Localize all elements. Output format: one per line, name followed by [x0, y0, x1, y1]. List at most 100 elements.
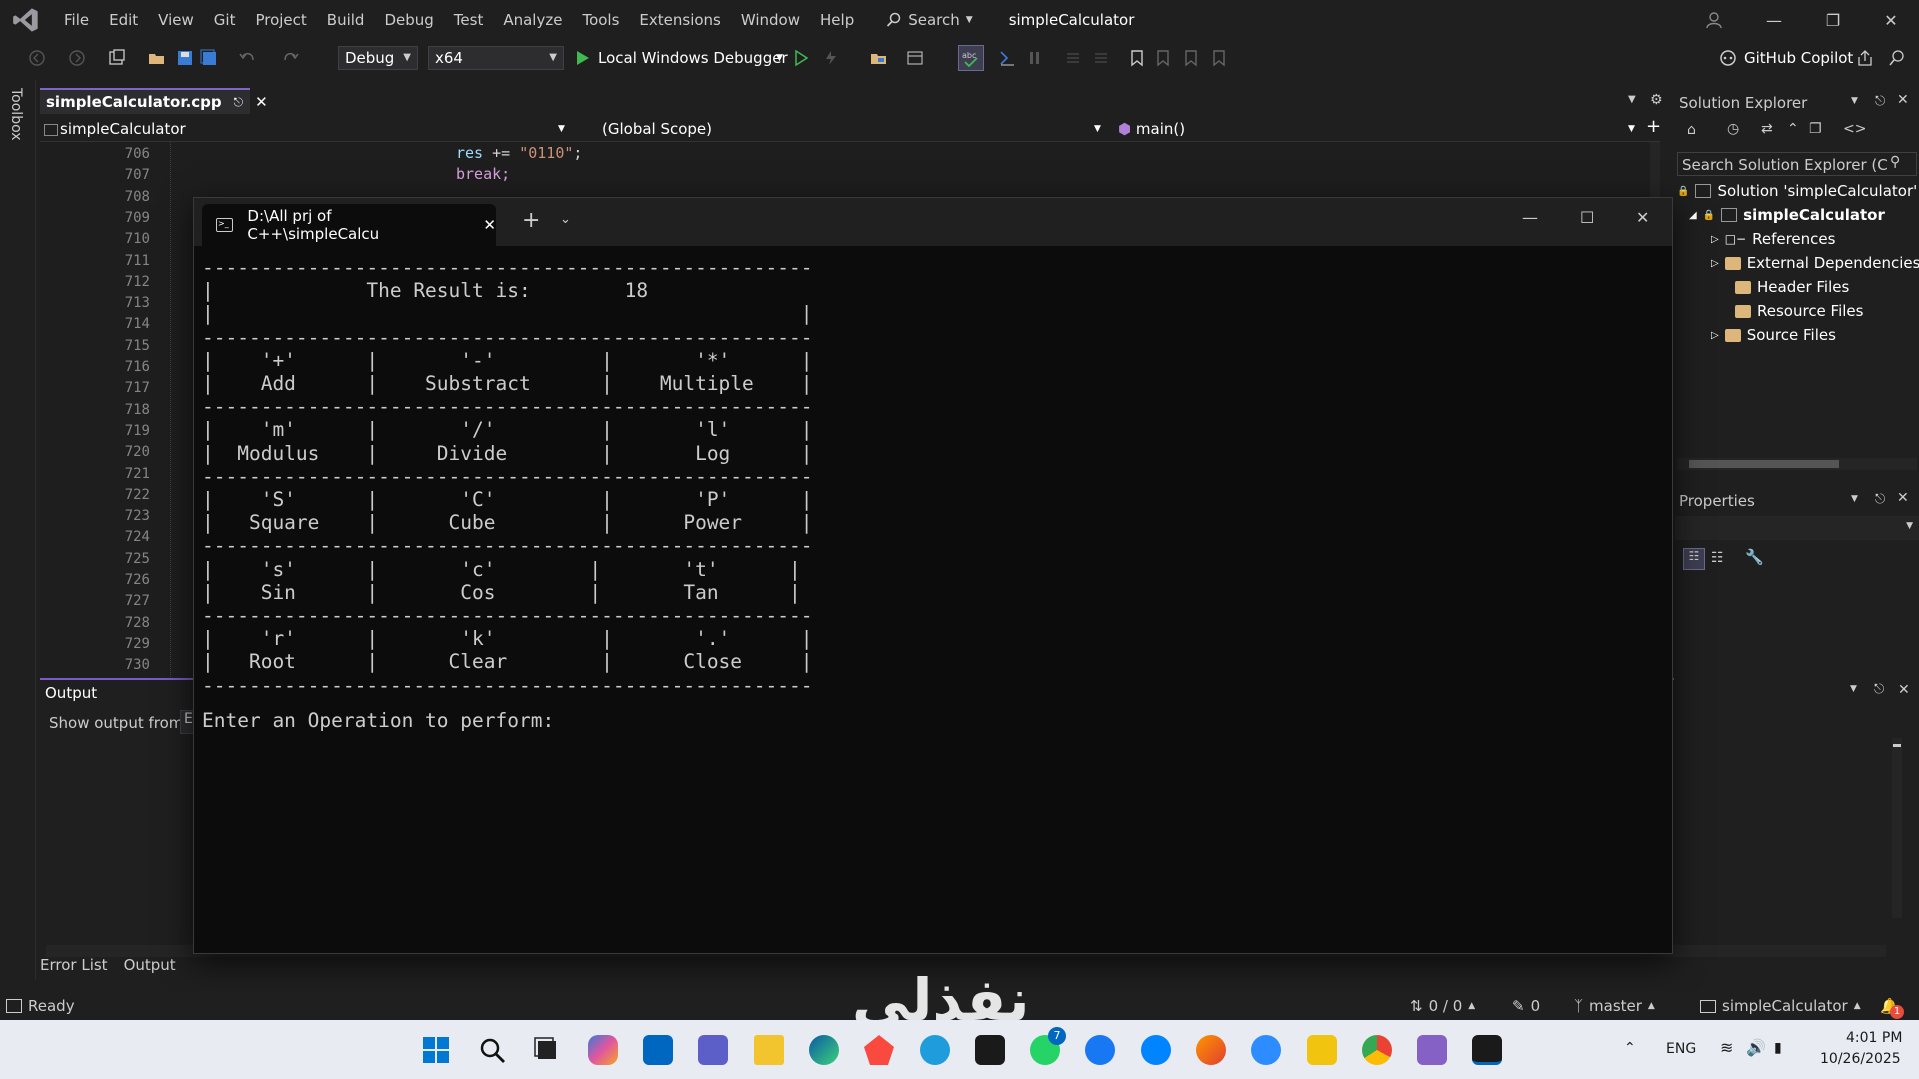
chevron-down-icon[interactable]: ▼: [1851, 96, 1858, 106]
menu-edit[interactable]: Edit: [99, 0, 148, 40]
firefox-icon[interactable]: [1196, 1035, 1226, 1065]
pin-icon[interactable]: ⎋: [1874, 682, 1884, 697]
start-without-debug-icon[interactable]: [792, 49, 810, 67]
file-explorer-icon[interactable]: [754, 1035, 784, 1065]
configuration-dropdown[interactable]: Debug ▼: [338, 46, 418, 70]
store-icon[interactable]: [643, 1035, 673, 1065]
chevron-down-icon[interactable]: ▼: [1628, 124, 1635, 134]
chevron-down-icon[interactable]: ▼: [776, 53, 783, 63]
collapse-icon[interactable]: ⌃: [1787, 121, 1799, 137]
search-solution-explorer-input[interactable]: Search Solution Explorer (C ⚲: [1677, 152, 1917, 176]
minimize-icon[interactable]: —: [1746, 0, 1802, 40]
maximize-icon[interactable]: ☐: [1580, 208, 1594, 227]
step-icon[interactable]: [998, 49, 1016, 67]
chevron-down-icon[interactable]: ▼: [1628, 94, 1636, 105]
nav-project-dropdown[interactable]: simpleCalculator: [44, 120, 186, 138]
spell-check-toggle[interactable]: abc: [958, 45, 984, 71]
menu-git[interactable]: Git: [204, 0, 246, 40]
pin-icon[interactable]: ⎋: [1875, 94, 1885, 109]
menu-project[interactable]: Project: [245, 0, 316, 40]
close-tab-icon[interactable]: ✕: [255, 93, 268, 111]
bookmark-icon[interactable]: [1128, 49, 1146, 67]
debugger-button[interactable]: Local Windows Debugger: [598, 49, 788, 67]
categorized-icon[interactable]: ☷: [1683, 548, 1705, 570]
terminal-tab[interactable]: >_ D:\All prj of C++\simpleCalcu ✕: [202, 204, 496, 246]
editor-tab-simplecalculator-cpp[interactable]: simpleCalculator.cpp ⎋ ✕: [40, 88, 268, 114]
tree-item-references[interactable]: ▷ □− References: [1711, 230, 1835, 248]
app-icon[interactable]: [1307, 1035, 1337, 1065]
status-pencil[interactable]: ✎ 0: [1512, 997, 1540, 1015]
close-pane-icon[interactable]: ✕: [1897, 92, 1909, 108]
output-scrollbar[interactable]: [1892, 738, 1902, 918]
chevron-down-icon[interactable]: ▼: [1094, 124, 1101, 134]
new-project-icon[interactable]: [108, 49, 126, 67]
chrome-icon[interactable]: [1362, 1035, 1392, 1065]
sync-icon[interactable]: ⇄: [1761, 121, 1773, 137]
visual-studio-icon[interactable]: [1417, 1035, 1447, 1065]
visual-studio-logo-icon[interactable]: [12, 6, 40, 34]
close-icon[interactable]: ✕: [1636, 208, 1649, 227]
menu-test[interactable]: Test: [444, 0, 494, 40]
menu-view[interactable]: View: [148, 0, 204, 40]
feedback-icon[interactable]: [1888, 49, 1906, 67]
close-pane-icon[interactable]: ✕: [1897, 490, 1909, 506]
save-icon[interactable]: [176, 49, 194, 67]
tree-item-external-dependencies[interactable]: ▷ External Dependencies: [1711, 254, 1919, 272]
notifications[interactable]: 🔔 1: [1880, 997, 1904, 1019]
hot-reload-icon[interactable]: [822, 49, 840, 67]
show-all-files-icon[interactable]: ❐: [1809, 121, 1822, 137]
facebook-icon[interactable]: [1085, 1035, 1115, 1065]
code-view-icon[interactable]: <>: [1843, 121, 1866, 137]
tree-project-node[interactable]: ◢ 🔒 simpleCalculator: [1689, 206, 1885, 224]
prev-bookmark-icon[interactable]: [1154, 49, 1172, 67]
back-arrow-icon[interactable]: [28, 49, 46, 67]
properties-object-dropdown[interactable]: ▼: [1675, 516, 1919, 540]
status-project[interactable]: simpleCalculator ▲: [1700, 997, 1861, 1015]
task-view-icon[interactable]: [532, 1035, 562, 1065]
restore-icon[interactable]: ❐: [1805, 0, 1861, 40]
tree-item-source-files[interactable]: ▷ Source Files: [1711, 326, 1836, 344]
pin-icon[interactable]: ⎋: [1875, 492, 1885, 507]
teams-icon[interactable]: [698, 1035, 728, 1065]
copilot-icon[interactable]: [1718, 49, 1738, 67]
chevron-down-icon[interactable]: ▼: [1850, 684, 1857, 694]
comment-icon[interactable]: [1064, 49, 1082, 67]
close-tab-icon[interactable]: ✕: [483, 216, 496, 234]
alphabetical-icon[interactable]: ☷: [1711, 550, 1724, 566]
start-debug-icon[interactable]: [574, 49, 592, 67]
home-icon[interactable]: ⌂: [1687, 122, 1696, 138]
copilot-button[interactable]: GitHub Copilot: [1744, 49, 1853, 67]
redo-icon[interactable]: [282, 49, 300, 67]
menu-debug[interactable]: Debug: [374, 0, 443, 40]
edge-icon[interactable]: [809, 1035, 839, 1065]
clock-date[interactable]: 10/26/2025: [1820, 1051, 1901, 1067]
volume-icon[interactable]: 🔊: [1746, 1038, 1766, 1057]
tree-item-resource-files[interactable]: Resource Files: [1735, 302, 1863, 320]
app-icon[interactable]: [864, 1035, 894, 1065]
battery-icon[interactable]: ▮: [1774, 1040, 1782, 1056]
gear-icon[interactable]: ⚙: [1650, 92, 1663, 108]
split-editor-icon[interactable]: +: [1646, 116, 1661, 137]
uncomment-icon[interactable]: [1092, 49, 1110, 67]
pin-icon[interactable]: ⎋: [234, 95, 244, 110]
new-tab-icon[interactable]: +: [522, 208, 540, 233]
history-icon[interactable]: ◷: [1727, 121, 1739, 137]
menu-file[interactable]: File: [54, 0, 99, 40]
chevron-down-icon[interactable]: ⌄: [560, 212, 571, 227]
chevron-up-icon[interactable]: ⌃: [1624, 1040, 1636, 1056]
nav-function-dropdown[interactable]: ⬢ main(): [1118, 120, 1185, 138]
windows-start-icon[interactable]: [421, 1035, 451, 1065]
menu-analyze[interactable]: Analyze: [493, 0, 572, 40]
minimize-icon[interactable]: —: [1522, 208, 1538, 227]
app-icon[interactable]: [920, 1035, 950, 1065]
menu-build[interactable]: Build: [317, 0, 375, 40]
code-line-706[interactable]: res += "0110";: [456, 144, 582, 162]
messenger-icon[interactable]: [1141, 1035, 1171, 1065]
status-changes[interactable]: ⇅ 0 / 0 ▲: [1410, 997, 1475, 1015]
code-line-707[interactable]: break;: [456, 165, 510, 183]
search-button[interactable]: Search ▼: [886, 11, 973, 29]
format-icon[interactable]: [1026, 49, 1044, 67]
whatsapp-icon[interactable]: 7: [1030, 1027, 1066, 1065]
app-icon[interactable]: [975, 1035, 1005, 1065]
menu-tools[interactable]: Tools: [572, 0, 629, 40]
